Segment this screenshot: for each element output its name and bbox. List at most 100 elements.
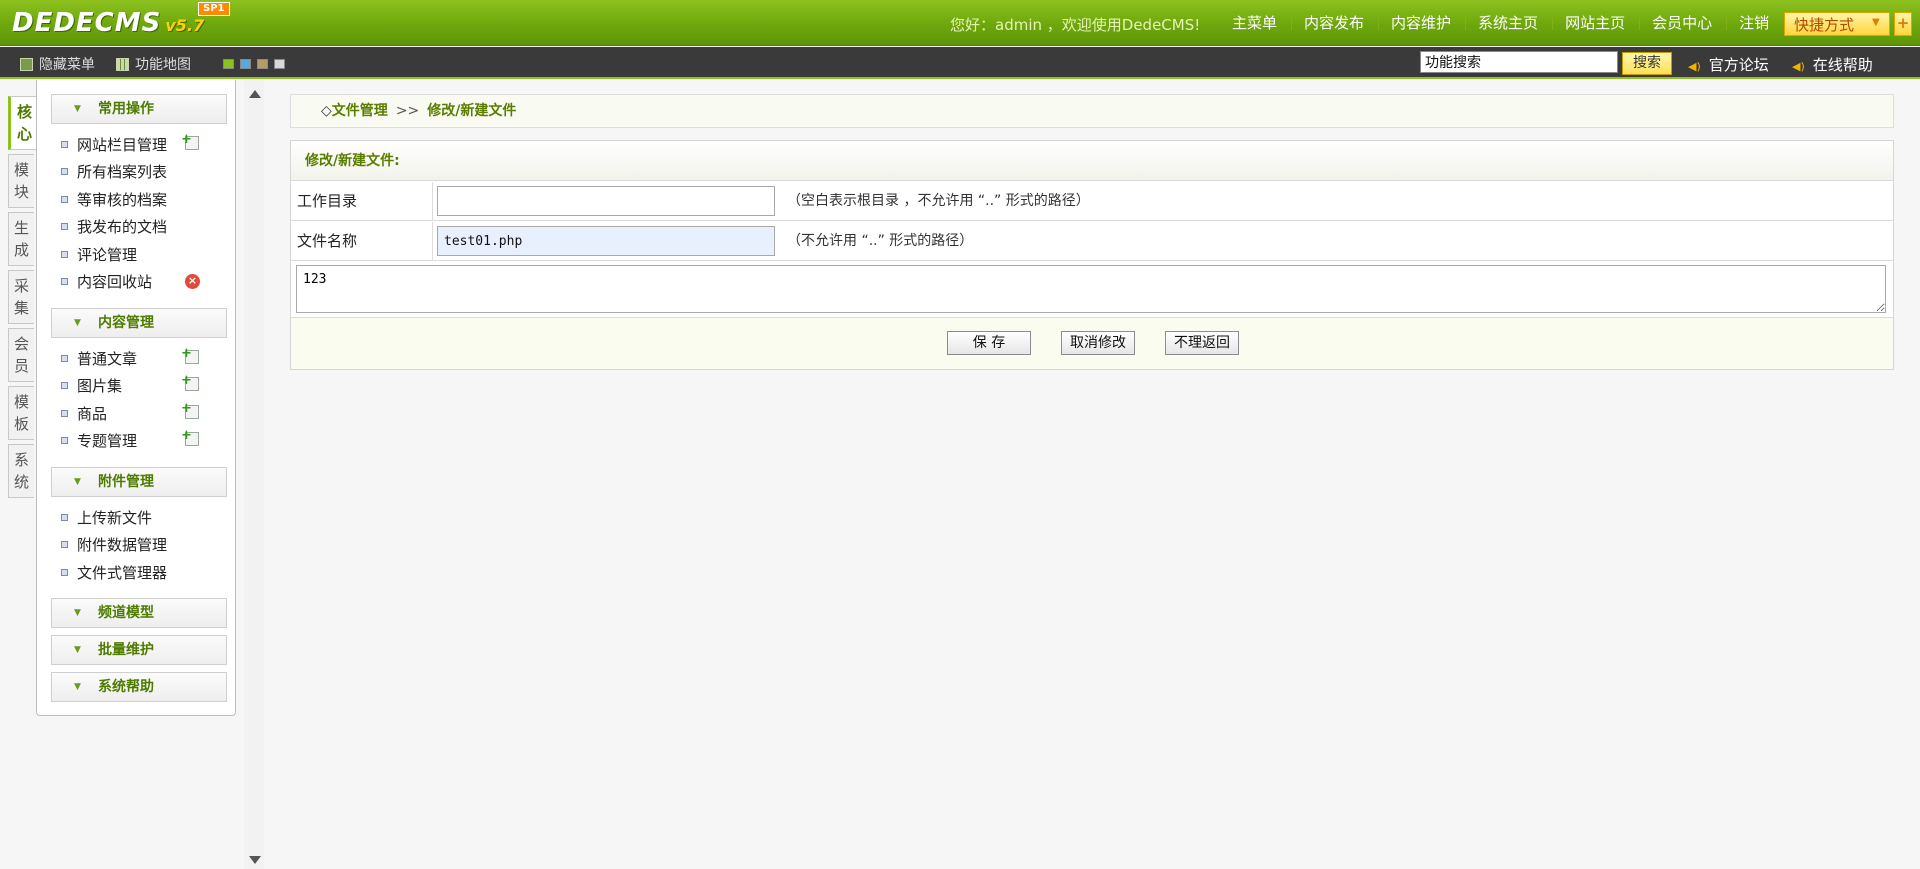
bullet-icon xyxy=(61,514,68,521)
menu-scrollbar[interactable] xyxy=(244,80,264,869)
bullet-icon xyxy=(61,410,68,417)
menu-item-gallery[interactable]: 图片集 xyxy=(61,375,122,396)
workdir-label: 工作目录 xyxy=(291,182,433,220)
form-title: 修改/新建文件: xyxy=(291,141,1893,181)
save-button[interactable]: 保 存 xyxy=(947,331,1031,355)
breadcrumb-prefix: ◇ xyxy=(321,103,332,119)
section-title: 系统帮助 xyxy=(98,679,154,695)
bullet-icon xyxy=(61,196,68,203)
add-icon[interactable] xyxy=(181,401,199,419)
cancel-button[interactable]: 取消修改 xyxy=(1061,331,1135,355)
tab-templates[interactable]: 模板 xyxy=(8,386,34,440)
edit-file-form: 修改/新建文件: 工作目录 （空白表示根目录 ，不允许用 “..” 形式的路径）… xyxy=(290,140,1894,370)
menu-item-my-documents[interactable]: 我发布的文档 xyxy=(61,216,167,237)
welcome-text: 您好：admin ，欢迎使用DedeCMS! xyxy=(950,16,1201,34)
tab-members[interactable]: 会员 xyxy=(8,328,34,382)
menu-section-channel-model[interactable]: ▼ 频道模型 xyxy=(51,598,227,628)
menu-item-upload[interactable]: 上传新文件 xyxy=(61,507,152,528)
tab-core[interactable]: 核心 xyxy=(8,96,38,150)
tab-generate[interactable]: 生成 xyxy=(8,212,34,266)
menu-item-label: 等审核的档案 xyxy=(77,191,168,209)
dedecms-logo[interactable]: DEDECMS v5.7 SP1 xyxy=(12,2,230,42)
nav-system-home[interactable]: 系统主页 xyxy=(1464,0,1551,46)
theme-swatch-blue[interactable] xyxy=(240,59,251,69)
top-header: DEDECMS v5.7 SP1 您好：admin ，欢迎使用DedeCMS! 主… xyxy=(0,0,1920,46)
speaker-icon: ◀) xyxy=(1688,60,1701,73)
form-actions: 保 存 取消修改 不理返回 xyxy=(291,317,1893,369)
section-title: 常用操作 xyxy=(98,101,154,117)
theme-swatch-gray[interactable] xyxy=(274,59,285,69)
breadcrumb-root-link[interactable]: 文件管理 xyxy=(332,103,388,119)
menu-section-batch[interactable]: ▼ 批量维护 xyxy=(51,635,227,665)
chevron-down-icon: ▼ xyxy=(74,104,81,114)
theme-swatch-green[interactable] xyxy=(223,59,234,69)
menu-item-topics[interactable]: 专题管理 xyxy=(61,430,137,451)
menu-item-articles[interactable]: 普通文章 xyxy=(61,348,137,369)
menu-section-attachments[interactable]: ▼ 附件管理 xyxy=(51,467,227,497)
search-button[interactable]: 搜索 xyxy=(1622,52,1672,75)
quick-menu-dropdown[interactable]: 快捷方式 ▼ xyxy=(1784,12,1890,36)
menu-item-column-manage[interactable]: 网站栏目管理 xyxy=(61,134,167,155)
chevron-down-icon: ▼ xyxy=(74,682,81,692)
nav-main-menu[interactable]: 主菜单 xyxy=(1218,0,1290,46)
delete-icon[interactable]: × xyxy=(185,274,200,289)
menu-item-comments[interactable]: 评论管理 xyxy=(61,244,137,265)
online-help-link[interactable]: ◀) 在线帮助 xyxy=(1792,54,1873,75)
quick-menu-label: 快捷方式 xyxy=(1794,16,1855,34)
workdir-hint: （空白表示根目录 ，不允许用 “..” 形式的路径） xyxy=(787,193,1090,209)
nav-site-home[interactable]: 网站主页 xyxy=(1551,0,1638,46)
filename-input[interactable] xyxy=(437,226,775,256)
bullet-icon xyxy=(61,141,68,148)
site-map-label: 功能地图 xyxy=(135,57,191,73)
menu-item-label: 图片集 xyxy=(77,377,123,395)
filename-row: 文件名称 （不允许用 “..” 形式的路径） xyxy=(291,222,1893,261)
quick-add-button[interactable]: + xyxy=(1894,12,1912,36)
nav-logout[interactable]: 注销 xyxy=(1725,0,1782,46)
bullet-icon xyxy=(61,437,68,444)
nav-content-publish[interactable]: 内容发布 xyxy=(1290,0,1377,46)
chevron-down-icon: ▼ xyxy=(74,318,81,328)
section-title: 内容管理 xyxy=(98,315,154,331)
menu-item-all-archives[interactable]: 所有档案列表 xyxy=(61,161,167,182)
function-search-input[interactable] xyxy=(1420,51,1618,73)
section-title: 频道模型 xyxy=(98,605,154,621)
back-button[interactable]: 不理返回 xyxy=(1165,331,1239,355)
add-icon[interactable] xyxy=(181,132,199,150)
nav-member-center[interactable]: 会员中心 xyxy=(1638,0,1725,46)
section-title: 批量维护 xyxy=(98,642,154,658)
menu-item-label: 文件式管理器 xyxy=(77,564,168,582)
official-forum-link[interactable]: ◀) 官方论坛 xyxy=(1688,54,1769,75)
add-icon[interactable] xyxy=(181,428,199,446)
bullet-icon xyxy=(61,541,68,548)
bullet-icon xyxy=(61,355,68,362)
add-icon[interactable] xyxy=(181,373,199,391)
menu-item-products[interactable]: 商品 xyxy=(61,403,107,424)
site-map-button[interactable]: 功能地图 xyxy=(116,54,191,74)
hide-menu-button[interactable]: 隐藏菜单 xyxy=(20,54,95,74)
chevron-down-icon: ▼ xyxy=(74,477,81,487)
nav-content-maintain[interactable]: 内容维护 xyxy=(1377,0,1464,46)
workdir-input[interactable] xyxy=(437,186,775,216)
edition-badge: SP1 xyxy=(198,2,230,16)
menu-section-content[interactable]: ▼ 内容管理 xyxy=(51,308,227,338)
top-nav: 主菜单 内容发布 内容维护 系统主页 网站主页 会员中心 注销 xyxy=(1218,0,1782,46)
tab-collect[interactable]: 采集 xyxy=(8,270,34,324)
chevron-down-icon: ▼ xyxy=(1872,17,1880,28)
menu-item-label: 评论管理 xyxy=(77,246,138,264)
menu-item-recycle-bin[interactable]: 内容回收站 xyxy=(61,271,152,292)
chevron-down-icon: ▼ xyxy=(74,608,81,618)
menu-item-file-manager[interactable]: 文件式管理器 xyxy=(61,562,167,583)
menu-item-attachment-data[interactable]: 附件数据管理 xyxy=(61,534,167,555)
add-icon[interactable] xyxy=(181,346,199,364)
file-content-textarea[interactable]: 123 xyxy=(296,265,1886,313)
menu-item-pending-archives[interactable]: 等审核的档案 xyxy=(61,189,167,210)
help-label: 在线帮助 xyxy=(1812,56,1873,74)
theme-swatch-brown[interactable] xyxy=(257,59,268,69)
menu-section-help[interactable]: ▼ 系统帮助 xyxy=(51,672,227,702)
scroll-up-icon[interactable] xyxy=(249,90,261,98)
menu-section-common[interactable]: ▼ 常用操作 xyxy=(51,94,227,124)
tab-system[interactable]: 系统 xyxy=(8,444,34,498)
menu-item-label: 所有档案列表 xyxy=(77,163,168,181)
scroll-down-icon[interactable] xyxy=(249,856,261,864)
tab-modules[interactable]: 模块 xyxy=(8,154,34,208)
